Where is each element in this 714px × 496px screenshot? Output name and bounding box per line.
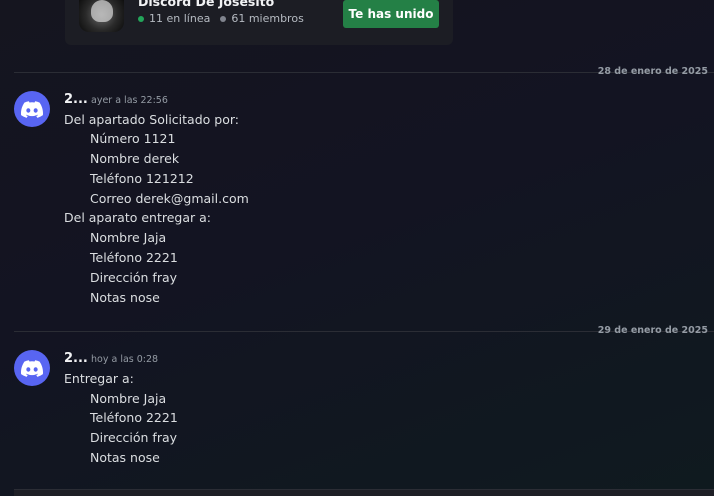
- message-timestamp: hoy a las 0:28: [91, 354, 159, 365]
- message-line: Dirección fray: [90, 430, 178, 445]
- date-divider-label: 29 de enero de 2025: [597, 325, 708, 336]
- message-line: Correo derek@gmail.com: [90, 191, 249, 206]
- member-count: 61 miembros: [231, 12, 304, 25]
- joined-button[interactable]: Te has unido: [343, 0, 439, 28]
- date-divider-label: 28 de enero de 2025: [597, 66, 708, 77]
- message-line: Teléfono 2221: [90, 410, 178, 425]
- message-input-edge[interactable]: [14, 489, 714, 496]
- message-author[interactable]: 2...: [64, 92, 88, 107]
- server-invite-card: Discord De Josesito 11 en línea 61 miemb…: [65, 0, 453, 45]
- message-line: Dirección fray: [90, 270, 178, 285]
- members-dot-icon: [220, 15, 227, 22]
- message-author[interactable]: 2...: [64, 351, 88, 366]
- online-count: 11 en línea: [149, 12, 211, 25]
- message-line: Nombre derek: [90, 151, 180, 166]
- online-dot-icon: [138, 15, 144, 22]
- message-line: Nombre Jaja: [90, 391, 167, 406]
- message-line: Notas nose: [90, 450, 160, 465]
- message-timestamp: ayer a las 22:56: [91, 95, 168, 106]
- discord-logo-icon: [21, 359, 43, 377]
- message-line: Del aparato entregar a:: [64, 210, 211, 225]
- message-line: Entregar a:: [64, 371, 134, 386]
- message-line: Teléfono 2221: [90, 250, 178, 265]
- message-line: Número 1121: [90, 131, 176, 146]
- discord-logo-icon: [21, 100, 43, 118]
- server-skull-icon: [79, 0, 124, 32]
- server-name: Discord De Josesito: [138, 0, 275, 9]
- message-line: Notas nose: [90, 290, 160, 305]
- server-stats: 11 en línea 61 miembros: [138, 12, 304, 25]
- avatar[interactable]: [14, 350, 50, 386]
- message-line: Teléfono 121212: [90, 171, 194, 186]
- message-line: Nombre Jaja: [90, 230, 167, 245]
- message-line: Del apartado Solicitado por:: [64, 112, 239, 127]
- avatar[interactable]: [14, 91, 50, 127]
